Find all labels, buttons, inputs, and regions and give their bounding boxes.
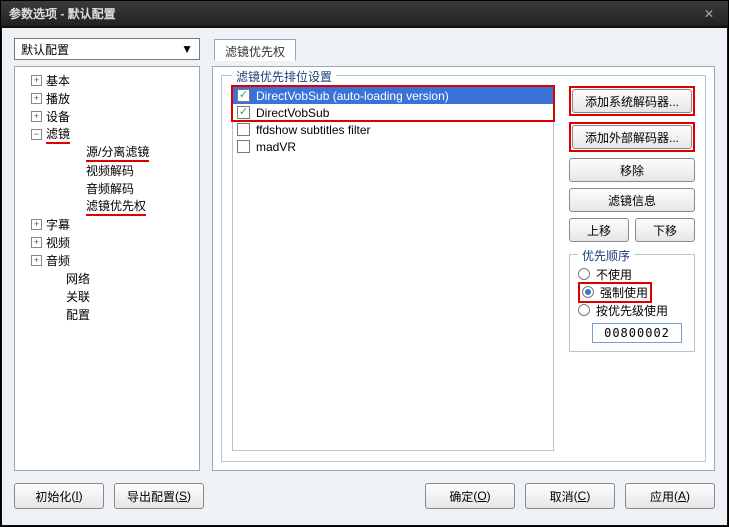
close-icon[interactable]: ✕ (698, 5, 720, 23)
add-system-decoder-button[interactable]: 添加系统解码器... (572, 89, 692, 113)
apply-button[interactable]: 应用(A) (625, 483, 715, 509)
expand-icon[interactable]: + (31, 111, 42, 122)
checkbox[interactable] (237, 140, 250, 153)
tree-item[interactable]: + 设备 (17, 107, 197, 125)
radio-none[interactable] (578, 268, 590, 280)
tree-item-label: 视频 (46, 234, 70, 251)
tree-item-label: 音频 (46, 252, 70, 269)
export-config-button[interactable]: 导出配置(S) (114, 483, 204, 509)
tree-item[interactable]: 源/分离滤镜 (17, 143, 197, 161)
tree-item[interactable]: + 音频 (17, 251, 197, 269)
filter-list-label: madVR (256, 140, 296, 154)
filter-list-label: ffdshow subtitles filter (256, 123, 371, 137)
category-tree[interactable]: + 基本 + 播放 + 设备−滤镜源/分离滤镜视频解码音频解码滤镜优先权 + 字幕 + 视频 + 音频… (14, 66, 200, 471)
priority-force-row[interactable]: 强制使用 (578, 283, 686, 301)
profile-combo-value: 默认配置 (21, 41, 69, 58)
priority-force-label: 强制使用 (600, 284, 648, 301)
move-down-button[interactable]: 下移 (635, 218, 695, 242)
tree-item[interactable]: −滤镜 (17, 125, 197, 143)
expand-icon[interactable]: + (31, 219, 42, 230)
tree-item-label: 滤镜 (46, 125, 70, 144)
window-title: 参数选项 - 默认配置 (9, 5, 698, 22)
cancel-button[interactable]: 取消(C) (525, 483, 615, 509)
side-buttons: 添加系统解码器... 添加外部解码器... 移除 滤镜信息 上移 下移 优先顺序 (569, 86, 695, 352)
priority-none-label: 不使用 (596, 266, 632, 283)
profile-combo[interactable]: 默认配置 ▼ (14, 38, 200, 60)
collapse-icon[interactable]: − (31, 129, 42, 140)
highlight-box-add-ext: 添加外部解码器... (569, 122, 695, 152)
tree-item-label: 基本 (46, 72, 70, 89)
filter-list-label: DirectVobSub (auto-loading version) (256, 89, 449, 103)
highlight-box-force: 强制使用 (578, 282, 652, 303)
tree-item[interactable]: 网络 (17, 269, 197, 287)
filter-list-row[interactable]: madVR (233, 138, 553, 155)
tree-item[interactable]: + 字幕 (17, 215, 197, 233)
tree-item-label: 滤镜优先权 (86, 197, 146, 216)
tab-filter-priority[interactable]: 滤镜优先权 (214, 39, 296, 61)
tree-item[interactable]: + 播放 (17, 89, 197, 107)
priority-none-row[interactable]: 不使用 (578, 265, 686, 283)
group-title: 滤镜优先排位设置 (232, 68, 336, 85)
filter-priority-group: 滤镜优先排位设置 DirectVobSub (auto-loading vers… (221, 75, 706, 462)
radio-force[interactable] (582, 286, 594, 298)
filter-list-row[interactable]: ffdshow subtitles filter (233, 121, 553, 138)
checkbox[interactable] (237, 123, 250, 136)
expand-icon[interactable]: + (31, 237, 42, 248)
tree-item-label: 字幕 (46, 216, 70, 233)
initialize-button[interactable]: 初始化(I) (14, 483, 104, 509)
filter-info-button[interactable]: 滤镜信息 (569, 188, 695, 212)
titlebar: 参数选项 - 默认配置 ✕ (1, 1, 728, 27)
remove-button[interactable]: 移除 (569, 158, 695, 182)
priority-title: 优先顺序 (578, 247, 634, 264)
expand-icon[interactable]: + (31, 75, 42, 86)
tree-item-label: 配置 (66, 306, 90, 323)
expand-icon[interactable]: + (31, 93, 42, 104)
tree-item[interactable]: 音频解码 (17, 179, 197, 197)
priority-group: 优先顺序 不使用 强制使用 (569, 254, 695, 352)
main-pane: 滤镜优先排位设置 DirectVobSub (auto-loading vers… (212, 66, 715, 471)
add-external-decoder-button[interactable]: 添加外部解码器... (572, 125, 692, 149)
priority-bypri-row[interactable]: 按优先级使用 (578, 301, 686, 319)
tree-item[interactable]: + 基本 (17, 71, 197, 89)
filter-list[interactable]: DirectVobSub (auto-loading version) Direc… (232, 86, 554, 451)
priority-bypri-label: 按优先级使用 (596, 302, 668, 319)
settings-window: 参数选项 - 默认配置 ✕ 默认配置 ▼ 滤镜优先权 + 基本 + 播放 + 设备−滤镜源… (0, 0, 729, 527)
tree-item[interactable]: 关联 (17, 287, 197, 305)
priority-value[interactable]: 00800002 (592, 323, 682, 343)
checkbox[interactable] (237, 106, 250, 119)
tree-item[interactable]: 配置 (17, 305, 197, 323)
checkbox[interactable] (237, 89, 250, 102)
highlight-box-add-sys: 添加系统解码器... (569, 86, 695, 116)
tree-item-label: 播放 (46, 90, 70, 107)
tree-item[interactable]: 视频解码 (17, 161, 197, 179)
move-up-button[interactable]: 上移 (569, 218, 629, 242)
tree-item-label: 关联 (66, 288, 90, 305)
expand-icon[interactable]: + (31, 255, 42, 266)
filter-list-row[interactable]: DirectVobSub (auto-loading version) (233, 87, 553, 104)
tree-item-label: 视频解码 (86, 162, 134, 179)
tab-strip: 滤镜优先权 (214, 38, 296, 60)
filter-list-label: DirectVobSub (256, 106, 329, 120)
tree-item[interactable]: 滤镜优先权 (17, 197, 197, 215)
ok-button[interactable]: 确定(O) (425, 483, 515, 509)
window-body: 默认配置 ▼ 滤镜优先权 +基本+播放+设备−滤镜源/分离滤镜视频解码音频解码滤… (1, 27, 728, 526)
tree-item[interactable]: + 视频 (17, 233, 197, 251)
chevron-down-icon: ▼ (181, 42, 193, 56)
tree-item-label: 网络 (66, 270, 90, 287)
tree-item-label: 源/分离滤镜 (86, 143, 149, 162)
filter-list-row[interactable]: DirectVobSub (233, 104, 553, 121)
tree-item-label: 音频解码 (86, 180, 134, 197)
bottom-bar: 初始化(I) 导出配置(S) 确定(O) 取消(C) 应用(A) (14, 483, 715, 513)
radio-bypriority[interactable] (578, 304, 590, 316)
tree-item-label: 设备 (46, 108, 70, 125)
